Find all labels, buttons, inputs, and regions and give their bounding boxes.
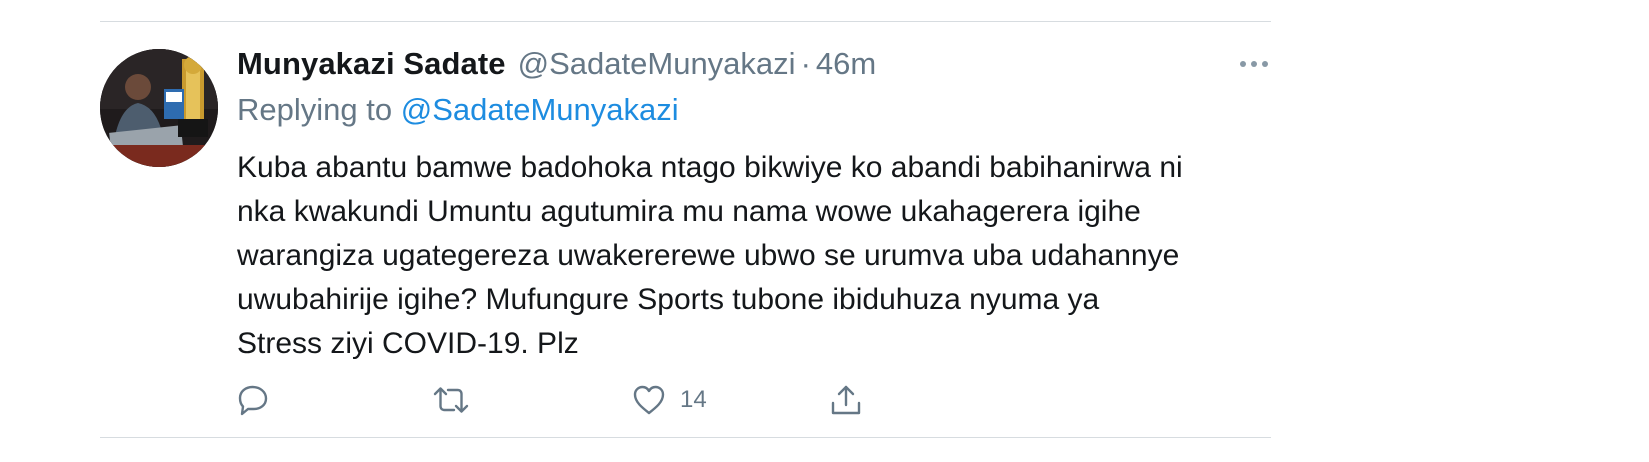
tweet-text-line: uwubahirije igihe? Mufungure Sports tubo… [237, 283, 1100, 316]
separator-dot: · [800, 46, 811, 81]
user-handle[interactable]: @SadateMunyakazi [518, 46, 796, 82]
like-button[interactable]: 14 [632, 378, 707, 422]
more-dots-icon[interactable] [1238, 56, 1270, 72]
tweet-actions: 14 [0, 378, 1649, 422]
reply-icon [238, 385, 268, 416]
tweet-header: Munyakazi Sadate @SadateMunyakazi · 46m [237, 44, 876, 84]
bottom-divider [100, 437, 1271, 438]
tweet-text: Kuba abantu bamwe badohoka ntago bikwiye… [237, 146, 1277, 366]
top-divider [100, 21, 1271, 22]
replying-prefix: Replying to [237, 92, 393, 127]
heart-icon [633, 385, 665, 415]
tweet-text-line: Stress ziyi COVID-19. Plz [237, 327, 579, 360]
share-button[interactable] [829, 378, 863, 422]
timestamp[interactable]: 46m [816, 46, 876, 82]
avatar-image [100, 49, 218, 167]
tweet-text-line: Kuba abantu bamwe badohoka ntago bikwiye… [237, 151, 1183, 184]
display-name[interactable]: Munyakazi Sadate [237, 46, 506, 82]
replying-to: Replying to @SadateMunyakazi [237, 92, 679, 128]
avatar[interactable] [100, 49, 218, 167]
like-count: 14 [680, 386, 707, 413]
reply-button[interactable] [236, 378, 270, 422]
tweet-text-line: nka kwakundi Umuntu agutumira mu nama wo… [237, 195, 1141, 228]
retweet-button[interactable] [432, 378, 470, 422]
tweet-text-line: warangiza ugategereza uwakererewe ubwo s… [237, 239, 1180, 272]
tweet-page: Munyakazi Sadate @SadateMunyakazi · 46m … [0, 0, 1649, 462]
retweet-icon [433, 387, 469, 413]
replying-mention-link[interactable]: @SadateMunyakazi [401, 92, 679, 127]
share-icon [831, 385, 861, 415]
